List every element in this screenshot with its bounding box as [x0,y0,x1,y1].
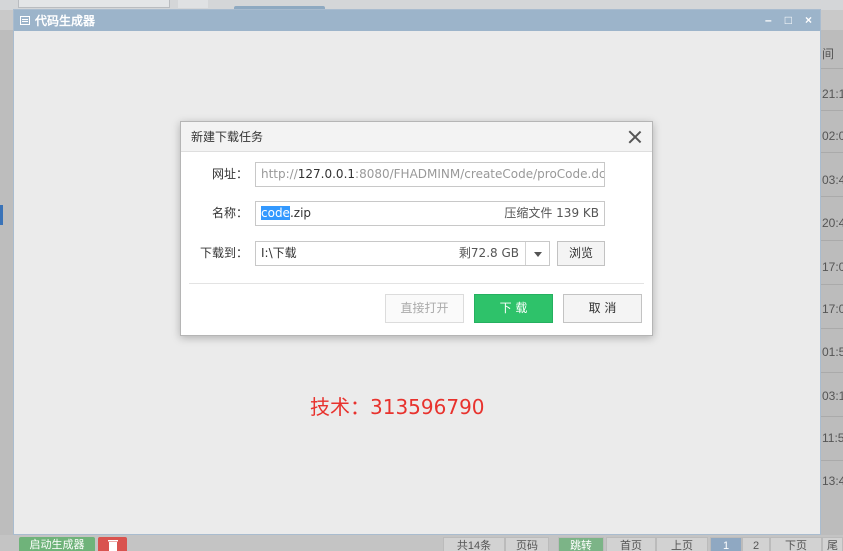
page-input[interactable]: 页码 [505,537,549,551]
background-time-cell: 17:0 [822,302,843,316]
background-tab[interactable] [178,0,208,8]
row-divider [821,372,843,373]
minimize-icon[interactable]: – [765,11,772,29]
row-divider [821,284,843,285]
watermark-text: 技术：313596790 [310,395,485,419]
row-divider [821,68,843,69]
dialog-divider [189,283,644,284]
filename-selection: code [261,206,290,220]
background-time-cell: 03:1 [822,389,843,403]
background-left-strip [0,30,13,535]
last-page-button[interactable]: 尾 [822,537,843,551]
background-time-cell: 03:4 [822,173,843,187]
row-divider [821,196,843,197]
dialog-header[interactable]: 新建下载任务 [181,122,652,152]
free-space: 剩72.8 GB [458,246,519,260]
window-controls: – □ × [765,11,812,29]
file-info: 压缩文件 139 KB [504,206,599,220]
name-label: 名称： [211,206,248,220]
row-divider [821,416,843,417]
url-label: 网址： [211,167,248,181]
page-2-button[interactable]: 2 [742,537,770,551]
background-column-header: 间 [822,47,835,61]
dialog-title: 新建下载任务 [191,130,264,144]
trash-icon [107,540,118,551]
background-tab[interactable] [18,0,170,8]
window-title-bar[interactable]: 代码生成器 [14,10,820,31]
maximize-icon[interactable]: □ [785,11,792,29]
background-time-cell: 20:4 [822,216,843,230]
prev-page-button[interactable]: 上页 [656,537,708,551]
jump-button[interactable]: 跳转 [558,537,604,551]
window-icon [20,16,30,25]
download-dialog: 新建下载任务 网址： http://127.0.0.1:8080/FHADMIN… [180,121,653,336]
background-time-cell: 01:5 [822,345,843,359]
row-divider [821,328,843,329]
background-time-cell: 13:4 [822,474,843,488]
save-path: I:\下载 [261,246,297,260]
background-left-marker [0,205,3,225]
background-time-cell: 11:5 [822,431,843,445]
download-button[interactable]: 下 载 [474,294,553,323]
row-divider [821,152,843,153]
page-1-button[interactable]: 1 [710,537,742,551]
first-page-button[interactable]: 首页 [606,537,656,551]
chevron-down-icon[interactable] [525,242,549,265]
total-count: 共14条 [443,537,505,551]
delete-button[interactable] [98,537,127,551]
filename-field[interactable]: code.zip 压缩文件 139 KB [255,201,605,226]
next-page-button[interactable]: 下页 [770,537,822,551]
cancel-button[interactable]: 取 消 [563,294,642,323]
name-row: 名称： code.zip 压缩文件 139 KB [181,201,654,226]
filename-extension: .zip [289,206,312,220]
start-generator-button[interactable]: 启动生成器 [19,537,95,551]
row-divider [821,110,843,111]
row-divider [821,240,843,241]
background-time-cell: 17:0 [822,260,843,274]
row-divider [821,460,843,461]
save-row: 下载到： I:\下载 剩72.8 GB 浏览 [181,241,654,266]
window-title: 代码生成器 [35,14,96,28]
url-prefix: http:// [261,167,298,181]
close-icon[interactable]: × [805,11,812,29]
open-directly-button[interactable]: 直接打开 [385,294,464,323]
url-row: 网址： http://127.0.0.1:8080/FHADMINM/creat… [181,162,654,187]
url-field[interactable]: http://127.0.0.1:8080/FHADMINM/createCod… [255,162,605,187]
save-label: 下载到： [199,246,248,260]
close-icon[interactable] [626,128,644,146]
url-host: 127.0.0.1 [297,167,356,181]
background-time-cell: 21:1 [822,87,843,101]
url-path: :8080/FHADMINM/createCode/proCode.dc [355,167,605,181]
background-time-cell: 02:0 [822,129,843,143]
save-path-field[interactable]: I:\下载 剩72.8 GB [255,241,550,266]
browse-button[interactable]: 浏览 [557,241,605,266]
